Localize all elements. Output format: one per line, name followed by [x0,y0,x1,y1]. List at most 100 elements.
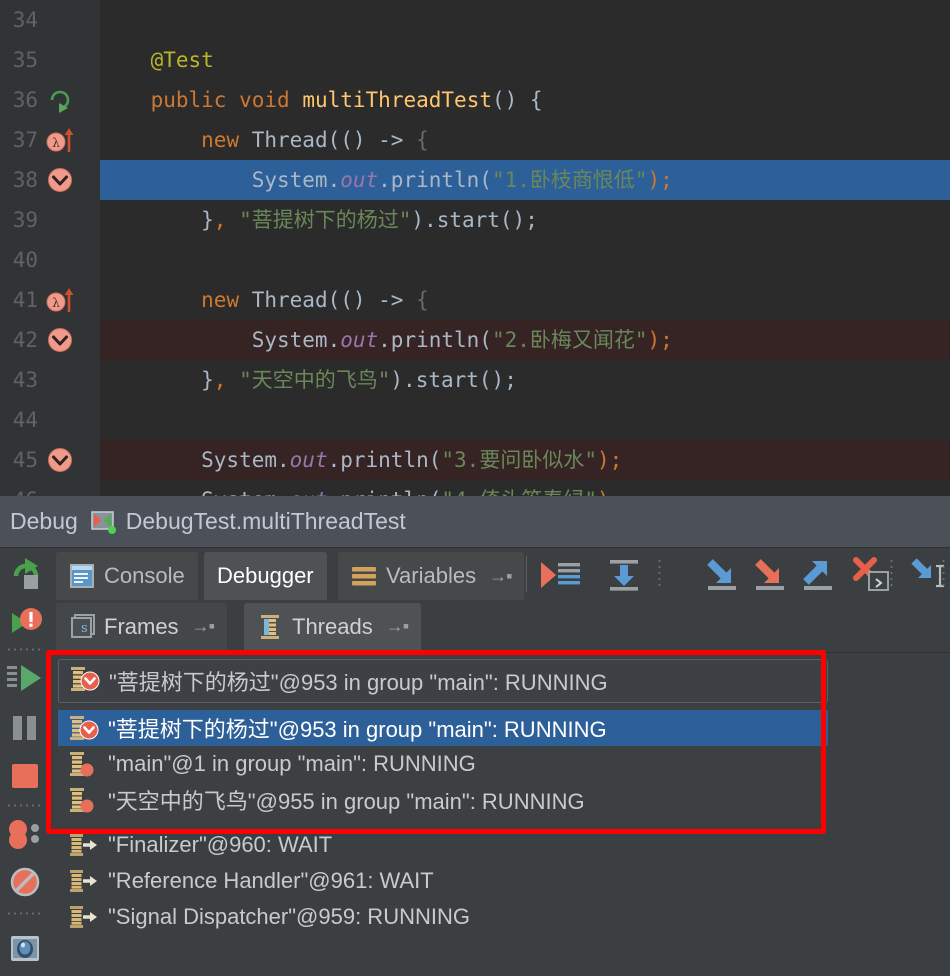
stop-button[interactable] [3,754,47,798]
line-number: 43 [0,360,38,400]
toolbar-separator [6,648,44,651]
show-execution-point-button[interactable] [538,554,582,596]
line-number: 40 [0,240,38,280]
thread-label: "Reference Handler"@961: WAIT [108,868,434,894]
thread-selector-combo[interactable]: "菩提树下的杨过"@953 in group "main": RUNNING [58,659,828,703]
thread-label: "菩提树下的杨过"@953 in group "main": RUNNING [108,712,607,744]
breakpoint-hit-icon[interactable] [46,160,80,200]
thread-list-item[interactable]: "Signal Dispatcher"@959: RUNNING [50,899,950,935]
mute-breakpoints-icon [3,860,47,904]
resume-program-button[interactable] [3,656,47,700]
toolbar-separator [658,558,661,590]
mute-breakpoints-button[interactable] [3,860,47,904]
force-step-into-icon [750,558,790,592]
subtab-label: Threads [292,614,373,640]
line-number: 44 [0,400,38,440]
debug-header: Debug DebugTest.multiThreadTest [0,496,950,548]
code-line: }, "菩提树下的杨过").start(); [100,200,538,240]
pause-icon [3,706,47,750]
subtab-frames[interactable]: s Frames →▪ [56,603,227,650]
thread-icon [257,614,283,640]
pin-tab-icon[interactable]: →▪ [386,616,408,637]
tab-label: Console [104,563,185,589]
code-line: }, "天空中的飞鸟").start(); [100,360,517,400]
tab-console[interactable]: Console [56,552,198,600]
threads-panel[interactable]: multiThreadTest:38, DebugTest$1 (com.exa… [50,652,950,976]
breakpoint-hit-icon[interactable] [46,440,80,480]
rerun-icon [3,552,47,596]
pin-tab-icon[interactable]: →▪ [489,566,511,587]
step-into-icon [702,558,742,592]
debug-tool-window[interactable]: Debug DebugTest.multiThreadTest Console D… [0,496,950,976]
drop-frame-button[interactable] [850,554,894,596]
tab-label: Debugger [217,563,314,589]
line-number: 45 [0,440,38,480]
toolbar-separator [526,556,527,592]
rerun-failed-button[interactable] [3,600,47,644]
run-config-icon [90,509,116,535]
force-step-into-button[interactable] [748,554,792,596]
toolbar-separator [6,912,44,915]
line-number: 37 [0,120,38,160]
toolbar-separator [6,804,44,807]
thread-suspended-icon [68,714,100,742]
thread-label: "Finalizer"@960: WAIT [108,832,332,858]
thread-suspended-icon [69,665,101,698]
step-out-icon [798,558,838,592]
thread-list-item[interactable]: "Reference Handler"@961: WAIT [50,863,950,899]
background-thread-list[interactable]: "Finalizer"@960: WAIT "Reference Handler"… [50,827,950,976]
thread-wait-icon [68,904,100,930]
pause-program-button[interactable] [3,706,47,750]
debug-subtabs-row[interactable]: s Frames →▪ Threads →▪ [50,600,950,652]
step-over-button[interactable] [602,554,646,596]
drop-frame-icon [852,557,892,593]
breakpoints-icon [3,812,47,856]
code-line: @Test [100,40,214,80]
code-line: new Thread(() -> { [100,120,429,160]
thread-list-item[interactable]: "Finalizer"@960: WAIT [50,827,950,863]
subtab-threads[interactable]: Threads →▪ [244,603,421,650]
toolbar-separator [890,558,893,590]
breakpoint-hit-icon[interactable] [46,320,80,360]
pin-tab-icon[interactable]: →▪ [192,616,214,637]
stop-icon [3,754,47,798]
thread-wait-icon [68,832,100,858]
tab-debugger[interactable]: Debugger [204,552,327,600]
thread-running-icon [68,750,100,778]
view-breakpoints-button[interactable] [3,812,47,856]
thread-selector-value: "菩提树下的杨过"@953 in group "main": RUNNING [109,665,608,697]
resume-icon [3,656,47,700]
code-line: System.out.println("4.倚头答春绿"); [100,480,622,496]
debug-tabs-row[interactable]: Console Debugger Variables→▪ [50,548,950,600]
rerun-failed-icon [3,600,47,644]
rerun-button[interactable] [3,552,47,596]
debug-left-toolbar[interactable] [0,548,50,976]
svg-text:s: s [81,621,88,636]
thread-list-item[interactable]: "菩提树下的杨过"@953 in group "main": RUNNING [58,710,828,746]
thread-label: "天空中的飞鸟"@955 in group "main": RUNNING [108,784,585,816]
editor-gutter[interactable]: 34353637λ38394041λ4243444546474849 [0,0,100,496]
show-execution-point-icon [539,558,581,592]
step-into-button[interactable] [700,554,744,596]
line-number: 39 [0,200,38,240]
tab-variables[interactable]: Variables→▪ [338,552,524,600]
step-out-button[interactable] [796,554,840,596]
settings-button[interactable] [3,926,47,970]
thread-label: "main"@1 in group "main": RUNNING [108,751,476,777]
lambda-breakpoint-icon[interactable]: λ [46,280,80,320]
code-line: new Thread(() -> { [100,280,429,320]
camera-icon [3,926,47,970]
line-number: 38 [0,160,38,200]
code-line: System.out.println("2.卧梅又闻花"); [100,320,673,360]
code-editor[interactable]: 34353637λ38394041λ4243444546474849 @Test… [0,0,950,496]
line-number: 41 [0,280,38,320]
lambda-breakpoint-icon[interactable]: λ [46,120,80,160]
thread-dropdown-popup[interactable]: "菩提树下的杨过"@953 in group "main": RUNNING "m… [58,707,828,825]
run-method-icon[interactable] [46,80,80,120]
line-number: 46 [0,480,38,496]
thread-list-item[interactable]: "main"@1 in group "main": RUNNING [58,746,828,782]
thread-list-item[interactable]: "天空中的飞鸟"@955 in group "main": RUNNING [58,782,828,818]
code-line: System.out.println("1.卧枝商恨低"); [100,160,673,200]
code-line: public void multiThreadTest() { [100,80,543,120]
subtab-label: Frames [104,614,179,640]
